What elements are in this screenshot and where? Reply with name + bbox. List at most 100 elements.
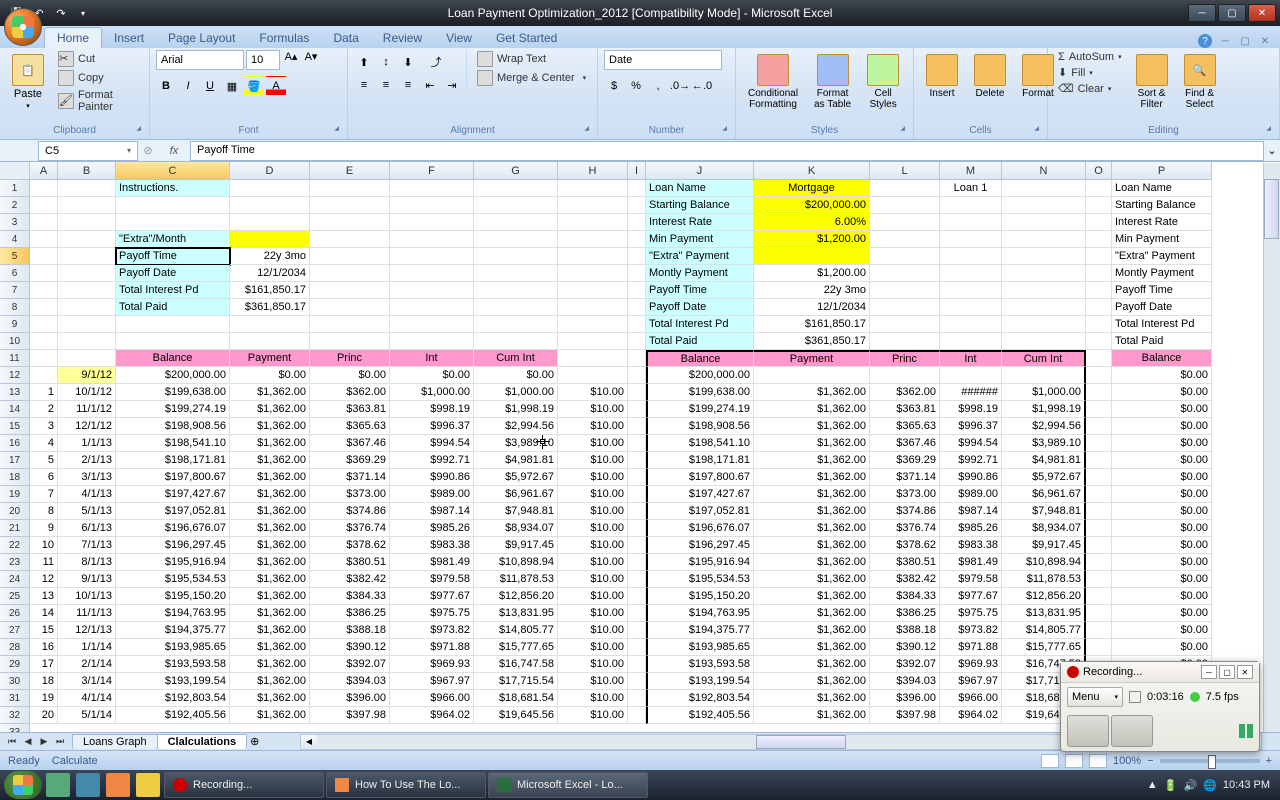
cell[interactable] <box>1002 316 1086 333</box>
cell[interactable]: $967.97 <box>390 673 474 690</box>
cell[interactable]: $1,000.00 <box>1002 384 1086 401</box>
cell[interactable]: $1,362.00 <box>230 469 310 486</box>
tray-icon-1[interactable]: ▲ <box>1147 779 1158 791</box>
cell[interactable]: $374.86 <box>870 503 940 520</box>
cell[interactable] <box>1086 537 1112 554</box>
zoom-in-icon[interactable]: + <box>1266 755 1272 767</box>
sort-filter-button[interactable]: Sort & Filter <box>1130 50 1174 114</box>
cell[interactable]: 14 <box>30 605 58 622</box>
cell[interactable] <box>870 248 940 265</box>
cell[interactable]: $0.00 <box>1112 503 1212 520</box>
cell[interactable] <box>628 418 646 435</box>
cell[interactable]: $10,898.94 <box>474 554 558 571</box>
cell[interactable]: $193,199.54 <box>646 673 754 690</box>
row-header-32[interactable]: 32 <box>0 707 30 724</box>
cell[interactable]: $12,856.20 <box>474 588 558 605</box>
cell[interactable]: $369.29 <box>310 452 390 469</box>
cell[interactable] <box>628 248 646 265</box>
taskbar-item-browser[interactable]: How To Use The Lo... <box>326 772 486 798</box>
cell[interactable]: $973.82 <box>390 622 474 639</box>
rec-minimize-icon[interactable]: ─ <box>1201 665 1217 679</box>
cell[interactable]: $1,362.00 <box>230 452 310 469</box>
cell[interactable]: $10.00 <box>558 622 628 639</box>
recording-panel[interactable]: Recording... ─ ▢ ✕ Menu▾ 0:03:16 7.5 fps <box>1060 661 1260 752</box>
cell[interactable]: $1,362.00 <box>754 673 870 690</box>
cell[interactable]: $199,638.00 <box>646 384 754 401</box>
row-header-31[interactable]: 31 <box>0 690 30 707</box>
normal-view-icon[interactable] <box>1041 754 1059 768</box>
cell[interactable]: $1,362.00 <box>754 469 870 486</box>
cell[interactable]: $10.00 <box>558 639 628 656</box>
cell[interactable]: $979.58 <box>940 571 1002 588</box>
row-header-18[interactable]: 18 <box>0 469 30 486</box>
cell[interactable]: $1,362.00 <box>230 605 310 622</box>
cell[interactable]: Cum Int <box>474 350 558 367</box>
cell[interactable]: Princ <box>870 350 940 367</box>
font-color-button[interactable]: A <box>266 76 286 96</box>
cell[interactable]: $6,961.67 <box>1002 486 1086 503</box>
cell[interactable]: 11/1/12 <box>58 401 116 418</box>
cell[interactable] <box>1086 588 1112 605</box>
row-header-17[interactable]: 17 <box>0 452 30 469</box>
italic-button[interactable]: I <box>178 76 198 96</box>
cell[interactable] <box>30 350 58 367</box>
maximize-button[interactable]: ▢ <box>1218 4 1246 22</box>
cell[interactable] <box>940 197 1002 214</box>
cell[interactable]: $382.42 <box>870 571 940 588</box>
zoom-slider[interactable] <box>1160 759 1260 763</box>
cell[interactable] <box>30 333 58 350</box>
cell[interactable]: $7,948.81 <box>1002 503 1086 520</box>
tab-review[interactable]: Review <box>371 28 434 48</box>
cell[interactable]: $198,171.81 <box>646 452 754 469</box>
cell[interactable]: $10.00 <box>558 435 628 452</box>
cell[interactable] <box>558 214 628 231</box>
row-header-16[interactable]: 16 <box>0 435 30 452</box>
next-sheet-icon[interactable]: ▶ <box>36 734 52 750</box>
cell[interactable]: $1,362.00 <box>230 520 310 537</box>
cell[interactable] <box>116 333 230 350</box>
cell[interactable]: $15,777.65 <box>1002 639 1086 656</box>
tab-home[interactable]: Home <box>44 27 102 48</box>
cell[interactable] <box>558 180 628 197</box>
cell[interactable]: Min Payment <box>1112 231 1212 248</box>
cell[interactable] <box>30 282 58 299</box>
cell[interactable]: $376.74 <box>870 520 940 537</box>
cell[interactable]: Loan 1 <box>940 180 1002 197</box>
cell[interactable]: $1,362.00 <box>230 673 310 690</box>
cell[interactable]: $6,961.67 <box>474 486 558 503</box>
cell[interactable]: 5/1/14 <box>58 707 116 724</box>
cell[interactable]: "Extra"/Month <box>116 231 230 248</box>
cell[interactable]: Loan Name <box>1112 180 1212 197</box>
cell[interactable] <box>628 554 646 571</box>
cell[interactable]: Payoff Time <box>116 248 230 265</box>
cell[interactable]: $0.00 <box>1112 418 1212 435</box>
cell[interactable]: $3,989.10 <box>474 435 558 452</box>
cell[interactable] <box>1002 299 1086 316</box>
cell[interactable]: Montly Payment <box>646 265 754 282</box>
cell[interactable] <box>230 180 310 197</box>
cell[interactable]: $199,274.19 <box>646 401 754 418</box>
cell[interactable]: Int <box>940 350 1002 367</box>
rec-close-icon[interactable]: ✕ <box>1237 665 1253 679</box>
cell[interactable]: $386.25 <box>870 605 940 622</box>
cell[interactable]: $0.00 <box>390 367 474 384</box>
cell[interactable]: $1,362.00 <box>754 622 870 639</box>
cell[interactable] <box>870 333 940 350</box>
cell[interactable]: $10.00 <box>558 418 628 435</box>
cell[interactable]: $985.26 <box>390 520 474 537</box>
cell[interactable]: $985.26 <box>940 520 1002 537</box>
cell[interactable]: $10.00 <box>558 554 628 571</box>
cell[interactable]: $197,427.67 <box>646 486 754 503</box>
cell[interactable]: $195,150.20 <box>646 588 754 605</box>
copy-button[interactable]: Copy <box>54 69 143 87</box>
cell[interactable]: Min Payment <box>646 231 754 248</box>
prev-sheet-icon[interactable]: ◀ <box>20 734 36 750</box>
cell[interactable]: $378.62 <box>310 537 390 554</box>
fill-color-button[interactable]: 🪣 <box>244 76 264 96</box>
cell[interactable] <box>474 197 558 214</box>
cell[interactable]: $199,638.00 <box>116 384 230 401</box>
cell[interactable]: 11 <box>30 554 58 571</box>
row-header-14[interactable]: 14 <box>0 401 30 418</box>
cell[interactable]: $194,763.95 <box>116 605 230 622</box>
cell[interactable]: $196,676.07 <box>646 520 754 537</box>
